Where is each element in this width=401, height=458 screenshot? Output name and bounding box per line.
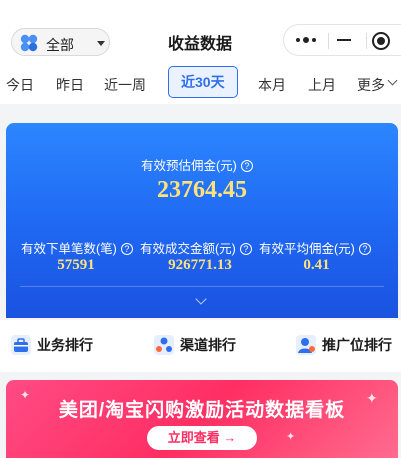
tab-last-month[interactable]: 上月 — [308, 75, 336, 95]
person-icon — [296, 335, 316, 355]
promo-banner[interactable]: ✦ ✦ ✦ 美团/淘宝闪购激励活动数据看板 立即查看 → — [6, 380, 398, 458]
app-grid-icon — [20, 34, 38, 52]
help-icon[interactable]: ? — [240, 160, 253, 172]
capsule-divider — [328, 33, 329, 49]
order-count-label-text: 有效下单笔数(笔) — [21, 242, 117, 256]
help-icon[interactable]: ? — [239, 243, 252, 255]
top-bar: 全部 收益数据 — [0, 0, 401, 64]
close-circle-icon[interactable] — [372, 32, 390, 50]
tab-today[interactable]: 今日 — [6, 75, 34, 95]
minimize-icon[interactable] — [337, 39, 351, 41]
tab-this-month[interactable]: 本月 — [258, 75, 286, 95]
channel-ranking-button[interactable]: 渠道排行 — [153, 332, 236, 358]
channel-ranking-label: 渠道排行 — [180, 337, 236, 353]
tab-last-30-days[interactable]: 近30天 — [168, 66, 238, 98]
business-ranking-label: 业务排行 — [37, 337, 93, 353]
app-filter-dropdown[interactable]: 全部 — [11, 28, 110, 56]
average-commission-label-text: 有效平均佣金(元) — [259, 242, 355, 256]
earnings-summary-card: 有效预估佣金(元)? 23764.45 有效下单笔数(笔)? 57591 有效成… — [6, 123, 398, 318]
sparkle-icon: ✦ — [286, 431, 296, 443]
tab-more[interactable]: 更多 — [357, 75, 385, 95]
placement-ranking-button[interactable]: 推广位排行 — [295, 332, 392, 358]
transaction-amount-label: 有效成交金额(元)? — [140, 238, 252, 257]
estimated-commission-label: 有效预估佣金(元)? — [141, 155, 253, 174]
transaction-amount-label-text: 有效成交金额(元) — [140, 242, 236, 256]
transaction-amount-value: 926771.13 — [168, 257, 232, 273]
expand-chevron-icon[interactable] — [195, 293, 207, 305]
average-commission-label: 有效平均佣金(元)? — [259, 238, 371, 257]
view-now-button[interactable]: 立即查看 → — [147, 426, 257, 450]
miniprogram-capsule — [283, 24, 401, 56]
tab-yesterday[interactable]: 昨日 — [56, 75, 84, 95]
card-divider — [20, 286, 384, 287]
banner-title: 美团/淘宝闪购激励活动数据看板 — [58, 400, 346, 421]
estimated-commission-label-text: 有效预估佣金(元) — [141, 159, 237, 173]
order-count-label: 有效下单笔数(笔)? — [21, 238, 133, 257]
more-dots-icon[interactable] — [296, 33, 316, 47]
order-count-value: 57591 — [57, 257, 95, 273]
caret-down-icon — [97, 41, 105, 46]
capsule-divider — [366, 33, 367, 49]
help-icon[interactable]: ? — [358, 243, 371, 255]
channel-icon — [154, 335, 174, 355]
tab-last-week[interactable]: 近一周 — [104, 75, 146, 95]
average-commission-value: 0.41 — [303, 257, 330, 273]
estimated-commission-value: 23764.45 — [157, 177, 247, 203]
ranking-shortcuts: 业务排行 渠道排行 推广位排行 — [0, 320, 401, 372]
business-ranking-button[interactable]: 业务排行 — [10, 332, 93, 358]
help-icon[interactable]: ? — [120, 243, 133, 255]
briefcase-icon — [11, 335, 31, 355]
page-title: 收益数据 — [167, 36, 232, 53]
chevron-down-icon — [387, 75, 398, 86]
date-range-tabs: 今日 昨日 近一周 近30天 本月 上月 更多 — [0, 64, 401, 104]
placement-ranking-label: 推广位排行 — [322, 337, 392, 353]
filter-label: 全部 — [46, 37, 74, 53]
